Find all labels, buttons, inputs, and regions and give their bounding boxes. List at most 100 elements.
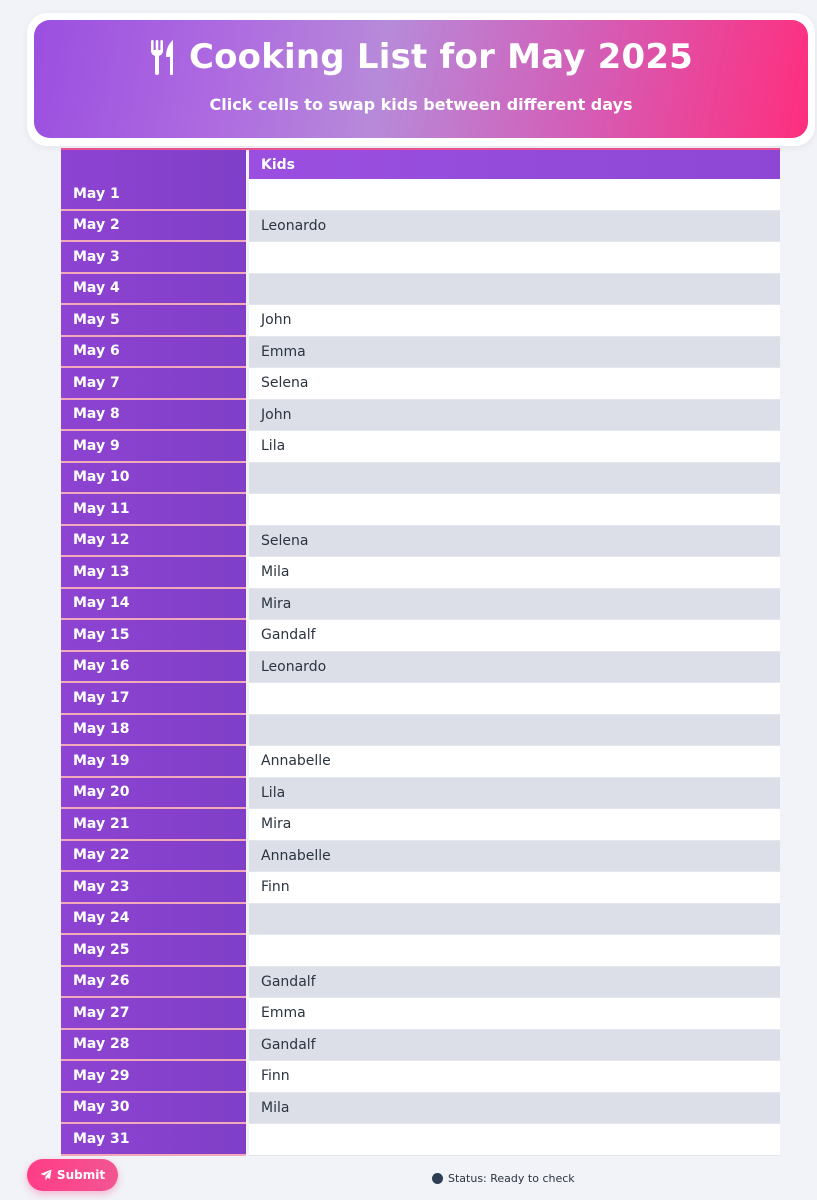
date-cell: May 8	[61, 399, 246, 431]
date-cell: May 15	[61, 620, 246, 652]
date-cell: May 27	[61, 998, 246, 1030]
date-cell: May 1	[61, 179, 246, 211]
table-row: May 13 Mila	[61, 557, 780, 589]
table-row: May 26 Gandalf	[61, 966, 780, 998]
kid-cell[interactable]: Lila	[249, 431, 780, 463]
kid-cell[interactable]: Selena	[249, 368, 780, 400]
table-row: May 1	[61, 179, 780, 211]
submit-button[interactable]: Submit	[27, 1159, 118, 1191]
date-cell: May 14	[61, 588, 246, 620]
date-cell: May 26	[61, 966, 246, 998]
kid-cell[interactable]: Mira	[249, 588, 780, 620]
date-cell: May 5	[61, 305, 246, 337]
kid-cell[interactable]: Gandalf	[249, 966, 780, 998]
date-cell: May 28	[61, 1029, 246, 1061]
date-cell: May 20	[61, 777, 246, 809]
kid-cell[interactable]: John	[249, 305, 780, 337]
table-row: May 16 Leonardo	[61, 651, 780, 683]
header-banner: Cooking List for May 2025 Click cells to…	[34, 20, 808, 138]
table-row: May 28 Gandalf	[61, 1029, 780, 1061]
kid-cell[interactable]: Leonardo	[249, 651, 780, 683]
kid-cell[interactable]: Annabelle	[249, 746, 780, 778]
table-row: May 25	[61, 935, 780, 967]
title-row: Cooking List for May 2025	[34, 37, 808, 77]
table-row: May 30 Mila	[61, 1092, 780, 1124]
date-column-header	[61, 150, 246, 179]
status-indicator: Status: Ready to check	[432, 1172, 575, 1185]
date-cell: May 6	[61, 336, 246, 368]
table-row: May 6 Emma	[61, 336, 780, 368]
kid-cell[interactable]	[249, 935, 780, 967]
page-subtitle: Click cells to swap kids between differe…	[209, 95, 633, 114]
kid-cell[interactable]: Mira	[249, 809, 780, 841]
table-row: May 20 Lila	[61, 777, 780, 809]
kid-cell[interactable]	[249, 903, 780, 935]
date-cell: May 10	[61, 462, 246, 494]
table-row: May 14 Mira	[61, 588, 780, 620]
kid-cell[interactable]: Selena	[249, 525, 780, 557]
kid-cell[interactable]	[249, 714, 780, 746]
table-row: May 4	[61, 273, 780, 305]
table-row: May 17	[61, 683, 780, 715]
kid-cell[interactable]	[249, 462, 780, 494]
table-row: May 27 Emma	[61, 998, 780, 1030]
table-row: May 2 Leonardo	[61, 210, 780, 242]
kid-cell[interactable]: Lila	[249, 777, 780, 809]
date-cell: May 12	[61, 525, 246, 557]
table-row: May 21 Mira	[61, 809, 780, 841]
date-cell: May 7	[61, 368, 246, 400]
kid-cell[interactable]	[249, 273, 780, 305]
date-cell: May 25	[61, 935, 246, 967]
kid-cell[interactable]: Mila	[249, 557, 780, 589]
kid-cell[interactable]: Gandalf	[249, 620, 780, 652]
table-row: May 9 Lila	[61, 431, 780, 463]
date-cell: May 11	[61, 494, 246, 526]
table-row: May 22 Annabelle	[61, 840, 780, 872]
date-cell: May 13	[61, 557, 246, 589]
table-row: May 3	[61, 242, 780, 274]
date-cell: May 9	[61, 431, 246, 463]
date-cell: May 16	[61, 651, 246, 683]
cooking-table: Kids May 1 May 2 Leonardo May 3 May 4 May 5 Jo…	[61, 148, 780, 1156]
table-row: May 18	[61, 714, 780, 746]
kid-cell[interactable]: Annabelle	[249, 840, 780, 872]
table-row: May 7 Selena	[61, 368, 780, 400]
table-row: May 19 Annabelle	[61, 746, 780, 778]
date-cell: May 4	[61, 273, 246, 305]
table-row: May 8 John	[61, 399, 780, 431]
header-card: Cooking List for May 2025 Click cells to…	[27, 13, 815, 146]
kid-cell[interactable]: Finn	[249, 872, 780, 904]
kid-cell[interactable]: Gandalf	[249, 1029, 780, 1061]
date-cell: May 18	[61, 714, 246, 746]
date-cell: May 29	[61, 1061, 246, 1093]
kids-column-header: Kids	[249, 150, 780, 179]
date-cell: May 2	[61, 210, 246, 242]
kid-cell[interactable]: Leonardo	[249, 210, 780, 242]
kid-cell[interactable]: Emma	[249, 998, 780, 1030]
kid-cell[interactable]: Mila	[249, 1092, 780, 1124]
date-cell: May 31	[61, 1124, 246, 1156]
kid-cell[interactable]	[249, 179, 780, 211]
date-cell: May 24	[61, 903, 246, 935]
date-cell: May 19	[61, 746, 246, 778]
status-text: Status: Ready to check	[448, 1172, 575, 1185]
kid-cell[interactable]	[249, 683, 780, 715]
date-cell: May 30	[61, 1092, 246, 1124]
kid-cell[interactable]: Emma	[249, 336, 780, 368]
table-row: May 11	[61, 494, 780, 526]
table-row: May 24	[61, 903, 780, 935]
kid-cell[interactable]	[249, 242, 780, 274]
kid-cell[interactable]	[249, 494, 780, 526]
fork-knife-icon	[150, 40, 173, 75]
table-row: May 12 Selena	[61, 525, 780, 557]
date-cell: May 3	[61, 242, 246, 274]
table-row: May 29 Finn	[61, 1061, 780, 1093]
table-row: May 10	[61, 462, 780, 494]
date-cell: May 21	[61, 809, 246, 841]
submit-label: Submit	[56, 1168, 106, 1182]
kid-cell[interactable]: John	[249, 399, 780, 431]
kid-cell[interactable]	[249, 1124, 780, 1156]
page-title: Cooking List for May 2025	[188, 37, 694, 77]
table-row: May 23 Finn	[61, 872, 780, 904]
kid-cell[interactable]: Finn	[249, 1061, 780, 1093]
